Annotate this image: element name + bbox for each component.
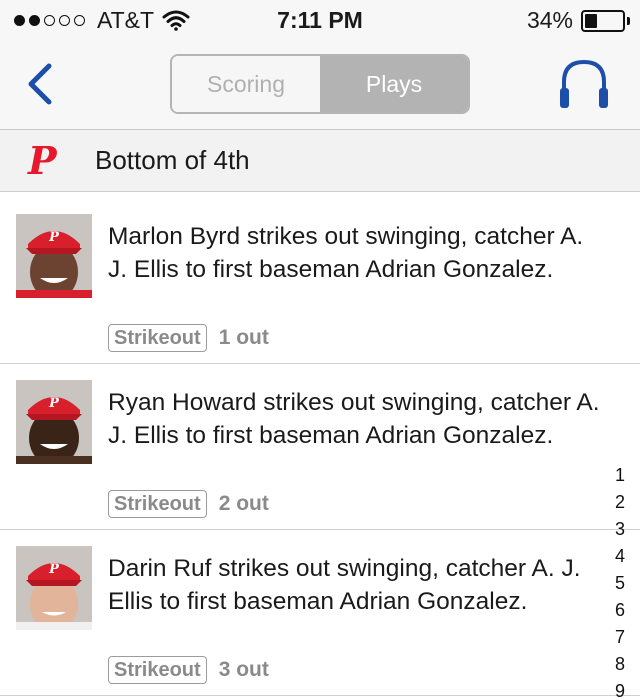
index-item-7[interactable]: 7: [610, 624, 630, 651]
status-bar: AT&T 7:11 PM 34%: [0, 0, 640, 40]
play-description: Marlon Byrd strikes out swinging, catche…: [108, 223, 584, 283]
battery-percent: 34%: [526, 7, 573, 33]
index-item-3[interactable]: 3: [610, 516, 630, 543]
player-avatar: P: [16, 380, 92, 464]
play-description: Ryan Howard strikes out swinging, catche…: [108, 389, 600, 449]
play-type-badge: Strikeout: [108, 490, 207, 518]
plays-list: P Marlon Byrd strikes out swinging, catc…: [0, 198, 640, 696]
outs-count: 2 out: [218, 492, 269, 515]
play-meta: Strikeout 2 out: [108, 490, 269, 518]
chevron-left-icon[interactable]: [22, 60, 58, 108]
play-meta: Strikeout 3 out: [108, 656, 269, 684]
play-item[interactable]: P Darin Ruf strikes out swinging, catche…: [0, 530, 640, 696]
index-item-9[interactable]: 9: [610, 678, 630, 698]
index-item-8[interactable]: 8: [610, 651, 630, 678]
inning-header: P Bottom of 4th: [0, 130, 640, 192]
battery-tip: [627, 16, 630, 25]
player-avatar: P: [16, 546, 92, 630]
navigation-bar: Scoring Plays: [0, 40, 640, 130]
play-item[interactable]: P Marlon Byrd strikes out swinging, catc…: [0, 198, 640, 364]
svg-text:P: P: [48, 562, 60, 577]
battery-level: [585, 13, 598, 28]
inning-title: Bottom of 4th: [95, 145, 250, 175]
outs-count: 1 out: [218, 326, 269, 349]
tab-scoring[interactable]: Scoring: [172, 56, 320, 112]
svg-text:P: P: [48, 396, 60, 411]
player-avatar: P: [16, 214, 92, 298]
play-type-badge: Strikeout: [108, 324, 207, 352]
index-item-1[interactable]: 1: [610, 462, 630, 489]
play-meta: Strikeout 1 out: [108, 324, 269, 352]
index-item-2[interactable]: 2: [610, 489, 630, 516]
play-type-badge: Strikeout: [108, 656, 207, 684]
index-item-5[interactable]: 5: [610, 570, 630, 597]
play-item[interactable]: P Ryan Howard strikes out swinging, catc…: [0, 364, 640, 530]
outs-count: 3 out: [218, 658, 269, 681]
inning-index: 1 2 3 4 5 6 7 8 9: [610, 462, 630, 698]
headphones-icon[interactable]: [558, 56, 610, 112]
play-description: Darin Ruf strikes out swinging, catcher …: [108, 555, 581, 615]
tab-plays[interactable]: Plays: [320, 56, 468, 112]
index-item-4[interactable]: 4: [610, 543, 630, 570]
status-right: 34%: [527, 7, 630, 34]
index-item-6[interactable]: 6: [610, 597, 630, 624]
battery-icon: [581, 9, 625, 32]
segmented-control: Scoring Plays: [170, 54, 470, 114]
phillies-logo: P: [28, 138, 57, 183]
svg-text:P: P: [48, 230, 60, 245]
